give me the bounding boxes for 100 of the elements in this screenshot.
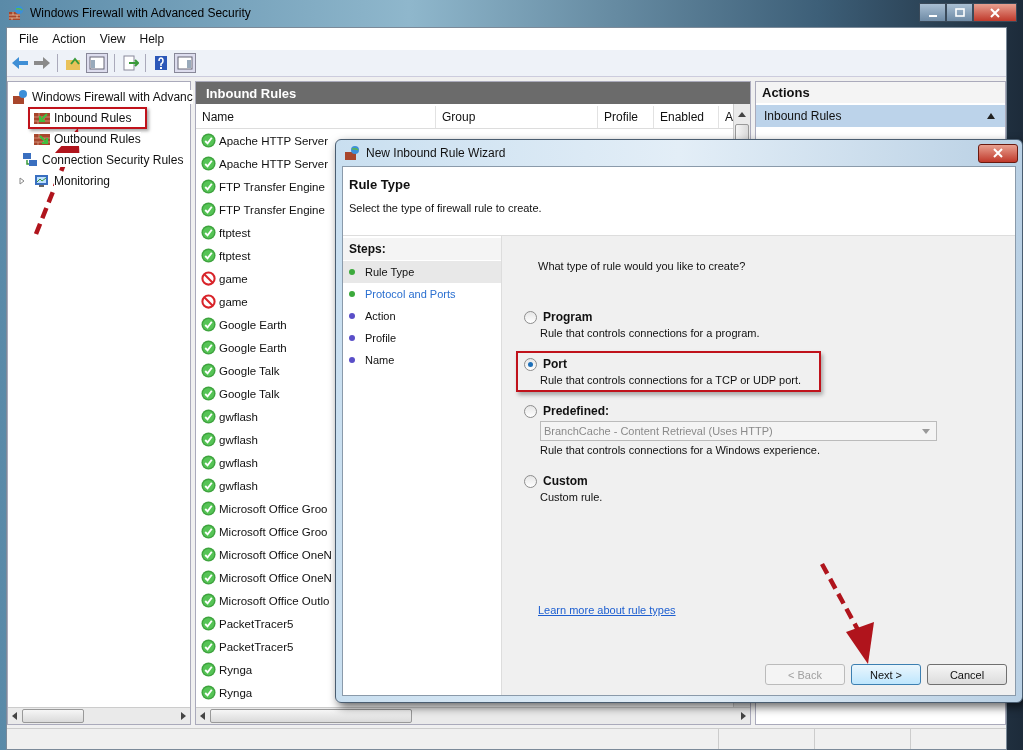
monitor-icon (34, 172, 50, 189)
option-label: Program (543, 310, 593, 324)
radio-button[interactable] (524, 404, 537, 418)
table-cell: Apache HTTP Server (219, 134, 329, 147)
step-label: Action (365, 310, 396, 322)
table-cell: ftptest (219, 249, 251, 262)
table-cell: gwflash (219, 410, 258, 423)
window-title: Windows Firewall with Advanced Security (30, 5, 251, 20)
table-cell: FTP Transfer Engine (219, 203, 325, 216)
wizard-step[interactable]: Name (343, 349, 501, 371)
minimize-icon (928, 14, 937, 17)
back-arrow-icon[interactable] (11, 55, 29, 71)
menu-item[interactable]: Help (133, 30, 171, 48)
scroll-right-icon[interactable] (180, 712, 186, 720)
menu-item[interactable]: View (93, 30, 132, 48)
table-cell: Microsoft Office Groo (219, 525, 328, 538)
forward-arrow-icon[interactable] (33, 55, 51, 71)
scrollbar-thumb[interactable] (210, 709, 412, 723)
table-cell: Microsoft Office Outlo (219, 594, 330, 607)
table-cell: Google Talk (219, 364, 280, 377)
maximize-button[interactable] (946, 3, 973, 22)
option-description: Rule that controls connections for a TCP or UDP port. (540, 374, 802, 386)
panel-title: Actions (756, 82, 1005, 103)
step-label: Name (365, 354, 395, 366)
question-text: What type of rule would you like to create? (538, 260, 747, 272)
wizard-step[interactable]: Protocol and Ports (343, 283, 501, 305)
radio-button[interactable] (524, 357, 537, 371)
table-cell: game (219, 295, 248, 308)
folder-up-icon[interactable] (64, 55, 82, 71)
maximize-icon (953, 7, 966, 18)
radio-button[interactable] (524, 310, 537, 324)
section-header[interactable]: Inbound Rules (756, 105, 1005, 127)
wizard-subtitle: Select the type of firewall rule to create. (349, 202, 543, 214)
table-cell: ftptest (219, 226, 251, 239)
section-title: Inbound Rules (764, 109, 842, 123)
close-icon (989, 7, 1001, 18)
option-description: Custom rule. (540, 491, 603, 503)
tree-item[interactable]: Windows Firewall with Advanc (32, 89, 193, 104)
dialog-title: New Inbound Rule Wizard (366, 146, 506, 160)
column-header[interactable]: A (719, 106, 733, 128)
minimize-button[interactable] (919, 3, 946, 22)
wizard-step[interactable]: Profile (343, 327, 501, 349)
menu-item[interactable]: File (13, 30, 45, 48)
firewall-icon (12, 88, 28, 105)
column-header[interactable]: Enabled (654, 106, 719, 128)
table-cell: Microsoft Office Groo (219, 502, 328, 515)
steps-title: Steps: (343, 238, 501, 260)
expand-arrow-icon[interactable] (19, 176, 25, 185)
step-label: Profile (365, 332, 397, 344)
tree-item[interactable]: Monitoring (54, 173, 111, 188)
table-cell: gwflash (219, 456, 258, 469)
column-header[interactable]: Profile (598, 106, 654, 128)
close-icon (992, 148, 1004, 158)
wizard-step[interactable]: Rule Type (343, 261, 501, 283)
export-icon[interactable] (121, 55, 139, 71)
computers-icon (22, 151, 38, 168)
wizard-heading: Rule Type (349, 177, 412, 192)
table-cell: PacketTracer5 (219, 617, 294, 630)
step-label: Protocol and Ports (365, 288, 456, 300)
close-button[interactable] (973, 3, 1017, 22)
radio-button[interactable] (524, 474, 537, 488)
table-cell: Google Talk (219, 387, 280, 400)
table-cell: Google Earth (219, 318, 287, 331)
scroll-left-icon[interactable] (200, 712, 206, 720)
column-header[interactable]: Name (196, 106, 436, 128)
tree-item[interactable]: Connection Security Rules (42, 152, 184, 167)
help-icon[interactable] (152, 55, 170, 71)
table-cell: Rynga (219, 663, 253, 676)
dialog-button[interactable]: Next > (851, 664, 921, 685)
close-button[interactable] (978, 143, 1018, 163)
column-header[interactable]: Group (436, 106, 598, 128)
scroll-up-icon[interactable] (738, 112, 746, 118)
table-cell: Microsoft Office OneN (219, 548, 332, 561)
firewall-icon (8, 4, 24, 21)
panel-title: Inbound Rules (196, 82, 750, 104)
collapse-arrow-icon[interactable] (987, 113, 995, 119)
panel-icon[interactable] (174, 53, 196, 73)
wizard-step[interactable]: Action (343, 305, 501, 327)
menu-item[interactable]: Action (46, 30, 92, 48)
dialog-button[interactable]: Cancel (927, 664, 1007, 685)
panel-icon[interactable] (86, 53, 108, 73)
scroll-right-icon[interactable] (740, 712, 746, 720)
option-description: Rule that controls connections for a program. (540, 327, 760, 339)
table-cell: PacketTracer5 (219, 640, 294, 653)
table-cell: game (219, 272, 248, 285)
help-link[interactable]: Learn more about rule types (538, 604, 676, 616)
table-cell: gwflash (219, 433, 258, 446)
tree-item[interactable]: Inbound Rules (54, 110, 132, 125)
table-cell: Apache HTTP Server (219, 157, 329, 170)
table-cell: FTP Transfer Engine (219, 180, 325, 193)
option-label: Custom (543, 474, 588, 488)
option-label: Port (543, 357, 567, 371)
option-description: Rule that controls connections for a Windows experience. (540, 444, 822, 456)
table-cell: Rynga (219, 686, 253, 699)
option-label: Predefined: (543, 404, 609, 418)
table-cell: Microsoft Office OneN (219, 571, 332, 584)
scroll-left-icon[interactable] (12, 712, 18, 720)
scrollbar-thumb[interactable] (22, 709, 84, 723)
dropdown-arrow-icon (922, 428, 930, 434)
tree-item[interactable]: Outbound Rules (54, 131, 141, 146)
